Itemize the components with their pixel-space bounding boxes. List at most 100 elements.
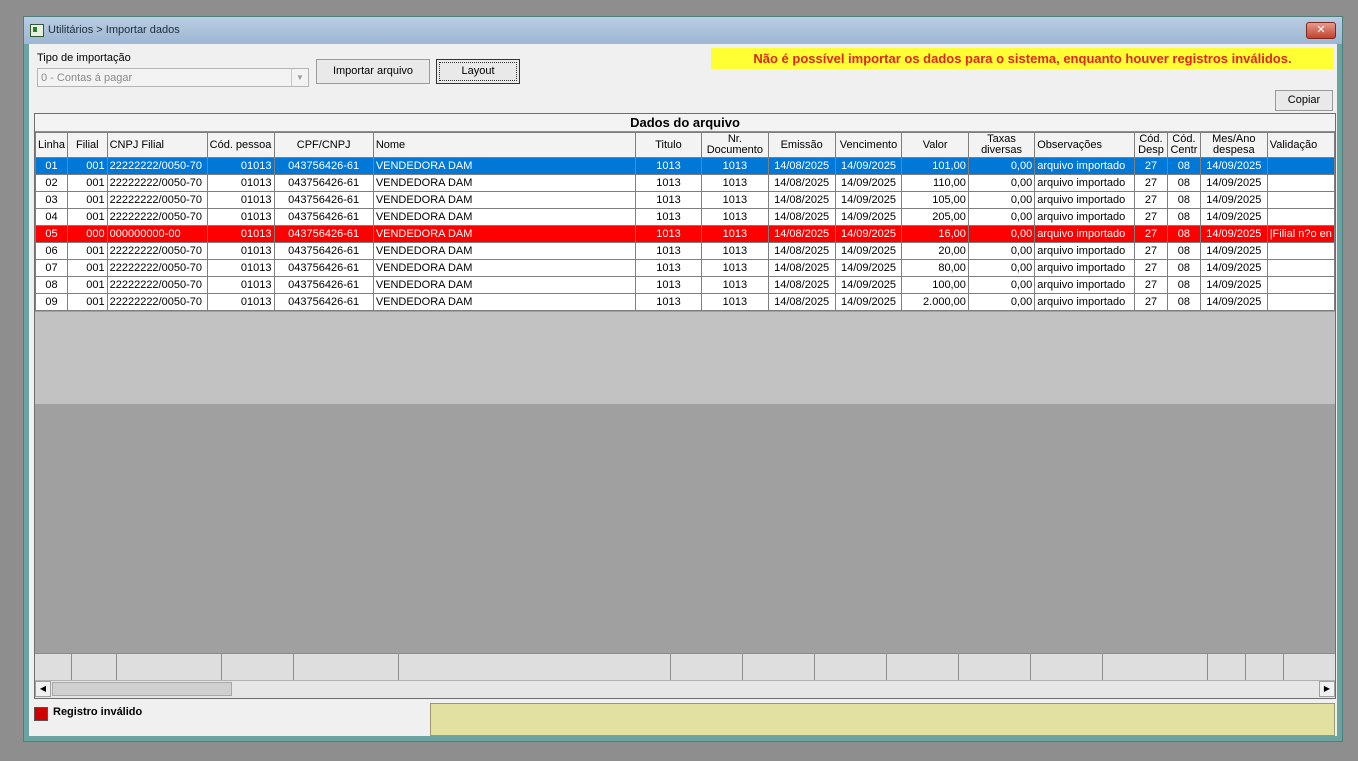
table-cell[interactable]: 0,00	[967, 191, 1036, 209]
table-cell[interactable]: VENDEDORA DAM	[372, 191, 636, 209]
column-header[interactable]: Valor	[901, 132, 969, 158]
table-cell[interactable]: 1013	[700, 293, 769, 311]
table-cell[interactable]: 01013	[206, 259, 275, 277]
table-row[interactable]: 01 001 22222222/0050-70 01013 043756426-61 VE…	[35, 157, 1335, 175]
table-cell[interactable]: 0,00	[967, 225, 1036, 243]
column-header[interactable]: Nome	[372, 132, 636, 158]
table-cell[interactable]: 08	[1166, 225, 1201, 243]
table-row[interactable]: 06 001 22222222/0050-70 01013 043756426-61 VE…	[35, 242, 1335, 260]
table-cell[interactable]: arquivo importado	[1034, 242, 1136, 260]
table-cell[interactable]: |Filial n?o en	[1266, 225, 1335, 243]
table-cell[interactable]: 043756426-61	[273, 225, 374, 243]
horizontal-scrollbar[interactable]: ◀ ▶	[35, 680, 1335, 698]
table-cell[interactable]: 14/08/2025	[767, 174, 836, 192]
table-cell[interactable]: VENDEDORA DAM	[372, 293, 636, 311]
table-cell[interactable]: 001	[66, 242, 108, 260]
table-cell[interactable]: 14/09/2025	[834, 174, 903, 192]
table-cell[interactable]	[1266, 208, 1335, 226]
table-cell[interactable]: VENDEDORA DAM	[372, 259, 636, 277]
table-cell[interactable]: 1013	[634, 276, 702, 294]
table-cell[interactable]: 14/08/2025	[767, 242, 836, 260]
table-cell[interactable]: 14/09/2025	[1199, 225, 1268, 243]
table-cell[interactable]: 22222222/0050-70	[106, 242, 208, 260]
table-cell[interactable]: 000	[66, 225, 108, 243]
table-cell[interactable]: arquivo importado	[1034, 276, 1136, 294]
table-cell[interactable]: 08	[1166, 293, 1201, 311]
table-cell[interactable]: 1013	[634, 293, 702, 311]
table-cell[interactable]: 001	[66, 191, 108, 209]
table-cell[interactable]: arquivo importado	[1034, 191, 1136, 209]
table-cell[interactable]: 14/09/2025	[834, 293, 903, 311]
table-cell[interactable]: 1013	[634, 157, 702, 175]
table-cell[interactable]: 0,00	[967, 242, 1036, 260]
table-row[interactable]: 04 001 22222222/0050-70 01013 043756426-61 VE…	[35, 208, 1335, 226]
table-cell[interactable]: 04	[35, 208, 68, 226]
table-cell[interactable]: 22222222/0050-70	[106, 293, 208, 311]
table-cell[interactable]: 01	[35, 157, 68, 175]
table-cell[interactable]: 1013	[634, 242, 702, 260]
table-cell[interactable]: 22222222/0050-70	[106, 157, 208, 175]
table-cell[interactable]: arquivo importado	[1034, 174, 1136, 192]
table-cell[interactable]: 06	[35, 242, 68, 260]
table-row[interactable]: 08 001 22222222/0050-70 01013 043756426-61 VE…	[35, 276, 1335, 294]
table-cell[interactable]: 14/09/2025	[1199, 208, 1268, 226]
table-cell[interactable]	[1266, 293, 1335, 311]
table-cell[interactable]: 043756426-61	[273, 293, 374, 311]
table-cell[interactable]: 14/09/2025	[1199, 157, 1268, 175]
table-cell[interactable]: 01013	[206, 191, 275, 209]
table-cell[interactable]: 0,00	[967, 174, 1036, 192]
table-cell[interactable]: 01013	[206, 276, 275, 294]
table-cell[interactable]	[1266, 157, 1335, 175]
table-cell[interactable]: 1013	[700, 208, 769, 226]
table-cell[interactable]: 0,00	[967, 293, 1036, 311]
title-bar[interactable]: Utilitários > Importar dados ✕	[24, 17, 1342, 44]
table-row[interactable]: 07 001 22222222/0050-70 01013 043756426-61 VE…	[35, 259, 1335, 277]
table-cell[interactable]: 01013	[206, 157, 275, 175]
column-header[interactable]: Cód. pessoa	[206, 132, 275, 158]
table-cell[interactable]: 01013	[206, 242, 275, 260]
table-cell[interactable]: 20,00	[901, 242, 969, 260]
table-cell[interactable]: 043756426-61	[273, 259, 374, 277]
table-cell[interactable]: 14/09/2025	[834, 208, 903, 226]
column-header[interactable]: Validação	[1266, 132, 1335, 158]
table-cell[interactable]: 1013	[700, 174, 769, 192]
table-cell[interactable]	[1266, 276, 1335, 294]
table-cell[interactable]: 09	[35, 293, 68, 311]
table-cell[interactable]: 27	[1134, 276, 1168, 294]
table-cell[interactable]: 05	[35, 225, 68, 243]
table-cell[interactable]: 043756426-61	[273, 174, 374, 192]
table-cell[interactable]: 14/09/2025	[1199, 293, 1268, 311]
close-button[interactable]: ✕	[1306, 22, 1336, 39]
table-cell[interactable]: arquivo importado	[1034, 157, 1136, 175]
table-cell[interactable]: 27	[1134, 157, 1168, 175]
table-cell[interactable]: 100,00	[901, 276, 969, 294]
table-cell[interactable]: 14/09/2025	[834, 276, 903, 294]
table-cell[interactable]	[1266, 259, 1335, 277]
table-cell[interactable]: VENDEDORA DAM	[372, 276, 636, 294]
column-header[interactable]: Titulo	[634, 132, 702, 158]
import-file-button[interactable]: Importar arquivo	[316, 59, 430, 84]
table-cell[interactable]: 14/09/2025	[1199, 242, 1268, 260]
column-header[interactable]: CPF/CNPJ	[273, 132, 374, 158]
table-cell[interactable]: 0,00	[967, 157, 1036, 175]
table-cell[interactable]: 14/08/2025	[767, 208, 836, 226]
table-row[interactable]: 03 001 22222222/0050-70 01013 043756426-61 VE…	[35, 191, 1335, 209]
table-cell[interactable]: 27	[1134, 191, 1168, 209]
table-cell[interactable]: 001	[66, 174, 108, 192]
table-cell[interactable]: 27	[1134, 293, 1168, 311]
table-cell[interactable]: 14/09/2025	[1199, 259, 1268, 277]
table-cell[interactable]: 14/08/2025	[767, 225, 836, 243]
table-cell[interactable]: 08	[1166, 242, 1201, 260]
table-cell[interactable]: 1013	[700, 276, 769, 294]
table-cell[interactable]: 08	[1166, 157, 1201, 175]
table-cell[interactable]: 08	[1166, 276, 1201, 294]
table-cell[interactable]: 27	[1134, 225, 1168, 243]
table-cell[interactable]: 27	[1134, 174, 1168, 192]
table-cell[interactable]: 22222222/0050-70	[106, 191, 208, 209]
table-cell[interactable]: 0,00	[967, 259, 1036, 277]
table-cell[interactable]: 1013	[634, 174, 702, 192]
table-cell[interactable]: 0,00	[967, 276, 1036, 294]
table-cell[interactable]: 08	[1166, 174, 1201, 192]
table-cell[interactable]: 16,00	[901, 225, 969, 243]
table-cell[interactable]: 14/09/2025	[834, 225, 903, 243]
